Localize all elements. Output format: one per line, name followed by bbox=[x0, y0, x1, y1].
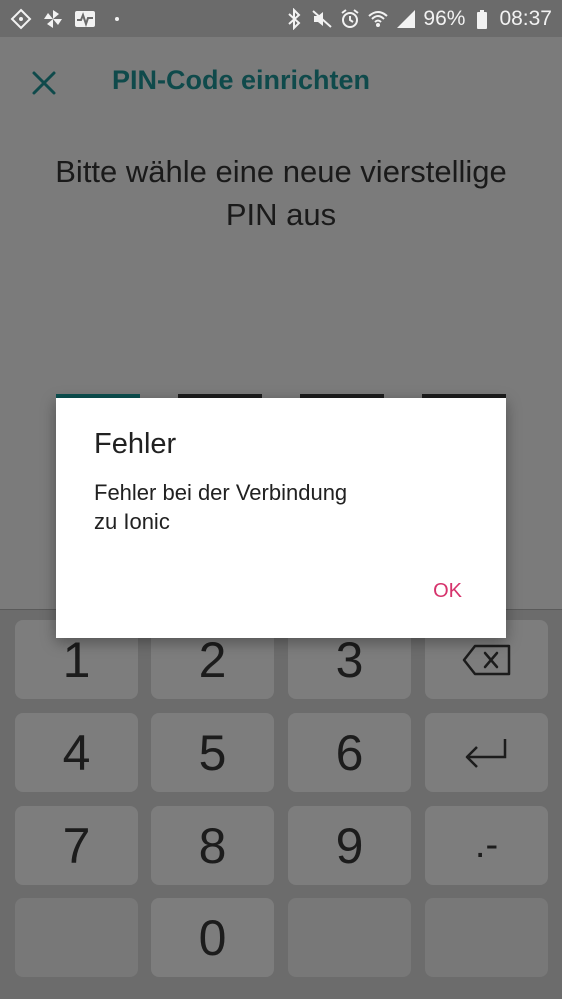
mute-icon bbox=[311, 8, 333, 30]
close-icon bbox=[32, 71, 56, 95]
app-toolbar: PIN-Code einrichten bbox=[0, 37, 562, 127]
key-6[interactable]: 6 bbox=[288, 713, 411, 792]
activity-icon bbox=[74, 8, 96, 30]
ok-button[interactable]: OK bbox=[433, 580, 462, 603]
dialog-message-line2: zu Ionic bbox=[94, 509, 170, 534]
alarm-icon bbox=[339, 8, 361, 30]
signal-icon bbox=[395, 8, 417, 30]
key-9[interactable]: 9 bbox=[288, 806, 411, 885]
pin-prompt-line1: Bitte wähle eine neue vierstellige bbox=[55, 154, 507, 189]
enter-key[interactable] bbox=[425, 713, 548, 792]
close-button[interactable] bbox=[22, 61, 66, 105]
wifi-icon bbox=[367, 8, 389, 30]
status-right-icons: 96% 08:37 bbox=[283, 7, 552, 31]
battery-icon bbox=[471, 8, 493, 30]
clock: 08:37 bbox=[499, 6, 552, 30]
pin-prompt: Bitte wähle eine neue vierstellige PIN a… bbox=[20, 150, 542, 236]
bluetooth-icon bbox=[283, 7, 305, 30]
dot-icon bbox=[106, 8, 128, 30]
diamond-arrows-icon bbox=[10, 8, 32, 30]
key-5[interactable]: 5 bbox=[151, 713, 274, 792]
error-dialog: Fehler Fehler bei der Verbindung zu Ioni… bbox=[56, 398, 506, 638]
key-4[interactable]: 4 bbox=[15, 713, 138, 792]
status-left-icons bbox=[10, 8, 128, 30]
key-8[interactable]: 8 bbox=[151, 806, 274, 885]
dialog-title: Fehler bbox=[94, 428, 177, 460]
key-punctuation[interactable]: .- bbox=[425, 806, 548, 885]
backspace-icon bbox=[462, 644, 510, 675]
key-blank-mid bbox=[288, 898, 411, 977]
key-blank-right bbox=[425, 898, 548, 977]
enter-icon bbox=[465, 738, 506, 768]
key-7[interactable]: 7 bbox=[15, 806, 138, 885]
dialog-message: Fehler bei der Verbindung zu Ionic bbox=[94, 478, 414, 536]
key-0[interactable]: 0 bbox=[151, 898, 274, 977]
pinwheel-icon bbox=[42, 8, 64, 30]
page-title: PIN-Code einrichten bbox=[112, 65, 371, 95]
key-blank-left bbox=[15, 898, 138, 977]
battery-percent: 96% bbox=[423, 6, 466, 30]
status-bar: 96% 08:37 bbox=[0, 0, 562, 37]
pin-prompt-line2: PIN aus bbox=[225, 197, 337, 232]
dialog-message-line1: Fehler bei der Verbindung bbox=[94, 480, 348, 505]
numeric-keyboard: 1 2 3 4 5 6 7 8 9 .- 0 bbox=[0, 609, 562, 999]
